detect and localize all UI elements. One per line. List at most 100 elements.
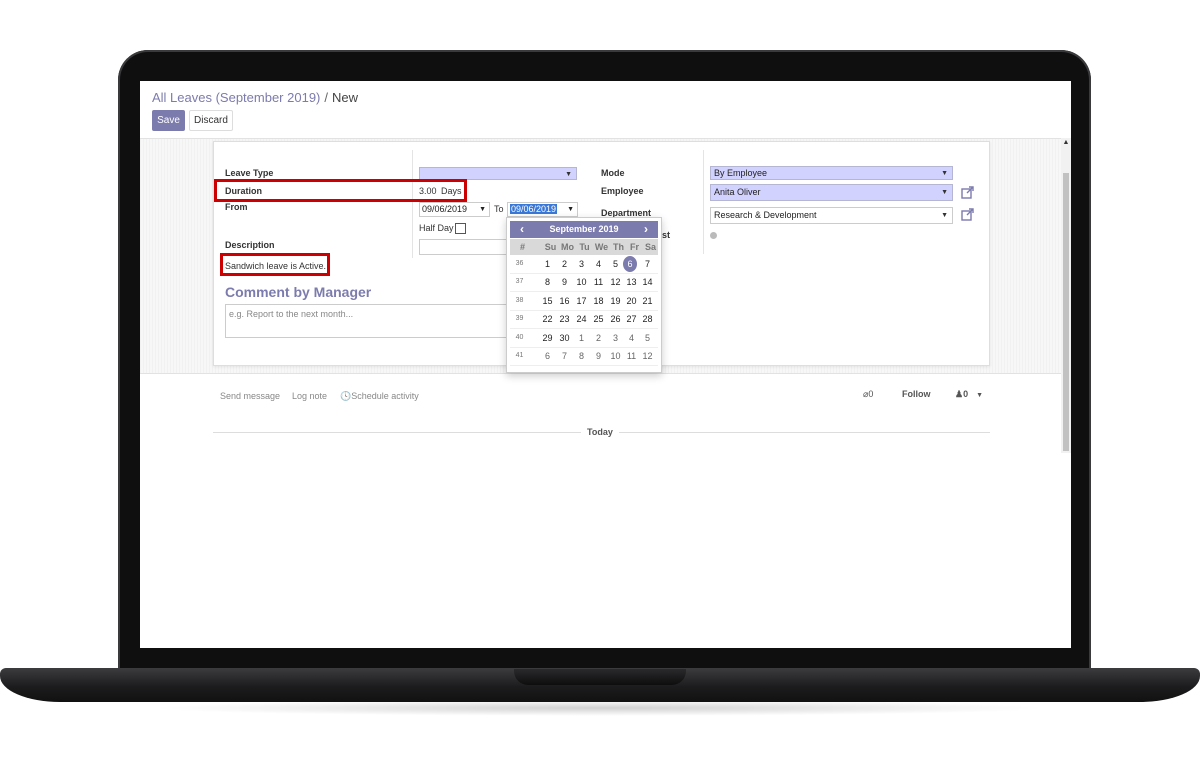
log-note-button[interactable]: Log note [292, 391, 327, 401]
day-cell[interactable]: 9 [590, 348, 607, 364]
today-label: Today [581, 427, 619, 437]
column-divider [703, 150, 704, 254]
day-cell[interactable]: 28 [639, 311, 656, 327]
datepicker-row-divider [510, 365, 658, 366]
day-cell[interactable]: 12 [639, 348, 656, 364]
save-button[interactable]: Save [152, 110, 185, 131]
week-number-header: # [519, 242, 525, 252]
day-cell[interactable]: 14 [639, 274, 656, 290]
external-link-icon[interactable] [961, 186, 974, 199]
user-icon: ♟ [955, 389, 964, 399]
follow-button[interactable]: Follow [902, 389, 931, 399]
day-cell[interactable]: 7 [556, 348, 573, 364]
scrollbar-thumb[interactable] [1063, 173, 1069, 451]
description-input[interactable] [419, 239, 509, 255]
leave-type-label: Leave Type [225, 168, 274, 178]
from-date-input[interactable]: 09/06/2019 ▼ [419, 202, 490, 217]
from-label: From [225, 202, 248, 212]
day-cell[interactable]: 5 [607, 256, 624, 272]
to-date-value: 09/06/2019 [510, 204, 558, 214]
send-message-button[interactable]: Send message [220, 391, 280, 401]
breadcrumb-parent-link[interactable]: All Leaves (September 2019) [152, 90, 320, 105]
day-cell[interactable]: 20 [623, 293, 640, 309]
week-number: 41 [515, 352, 524, 359]
breadcrumb: All Leaves (September 2019) / New [152, 90, 358, 105]
caret-down-icon: ▼ [479, 206, 486, 213]
weekday-header: Tu [579, 242, 590, 252]
week-number: 40 [515, 333, 524, 341]
employee-label: Employee [601, 186, 644, 196]
followers-button[interactable]: ♟0 ▼ [955, 389, 983, 400]
caret-down-icon: ▼ [941, 170, 948, 177]
day-cell[interactable]: 23 [556, 311, 573, 327]
chevron-left-icon[interactable]: ‹ [514, 221, 530, 238]
day-cell[interactable]: 27 [623, 311, 640, 327]
laptop-shadow [150, 700, 1050, 716]
day-cell[interactable]: 25 [590, 311, 607, 327]
day-cell[interactable]: 6 [623, 256, 637, 272]
datepicker-weekday-row: # Su Mo Tu We Th Fr Sa [510, 239, 658, 255]
day-cell[interactable]: 3 [607, 330, 624, 346]
half-day-label: Half Day [419, 223, 454, 233]
day-cell[interactable]: 11 [623, 348, 640, 364]
breadcrumb-separator: / [324, 90, 328, 105]
mode-select[interactable]: By Employee ▼ [710, 166, 953, 180]
scroll-up-arrow-icon[interactable]: ▲ [1062, 139, 1070, 147]
partial-label: st [662, 230, 671, 240]
discard-button[interactable]: Discard [189, 110, 233, 131]
day-cell[interactable]: 29 [539, 330, 556, 346]
day-cell[interactable]: 30 [556, 330, 573, 346]
half-day-checkbox[interactable] [455, 223, 466, 234]
day-cell[interactable]: 10 [573, 274, 590, 290]
day-cell[interactable]: 11 [590, 274, 607, 290]
day-cell[interactable]: 2 [590, 330, 607, 346]
caret-down-icon: ▼ [567, 206, 574, 213]
attachments-count: 0 [868, 389, 874, 399]
day-cell[interactable]: 8 [539, 274, 556, 290]
day-cell[interactable]: 4 [623, 330, 640, 346]
datepicker-month-label[interactable]: September 2019 [549, 224, 618, 234]
caret-down-icon: ▼ [941, 212, 948, 219]
manager-comment-input[interactable]: e.g. Report to the next month... [225, 304, 507, 338]
day-cell[interactable]: 3 [573, 256, 590, 272]
status-dot [710, 232, 717, 239]
chevron-right-icon[interactable]: › [638, 221, 654, 238]
to-date-input[interactable]: 09/06/2019 ▼ [507, 202, 578, 217]
from-date-value: 09/06/2019 [422, 204, 468, 214]
day-cell[interactable]: 21 [639, 293, 656, 309]
day-cell[interactable]: 1 [573, 330, 590, 346]
datepicker-header: ‹ September 2019 › [510, 221, 658, 238]
day-cell[interactable]: 1 [539, 256, 556, 272]
employee-select[interactable]: Anita Oliver ▼ [710, 184, 953, 201]
day-cell[interactable]: 5 [639, 330, 656, 346]
day-cell[interactable]: 18 [590, 293, 607, 309]
day-cell[interactable]: 22 [539, 311, 556, 327]
day-cell[interactable]: 9 [556, 274, 573, 290]
week-number: 36 [515, 260, 524, 267]
caret-down-icon: ▼ [941, 189, 948, 196]
day-cell[interactable]: 6 [539, 348, 556, 364]
day-cell[interactable]: 7 [639, 256, 656, 272]
day-cell[interactable]: 26 [607, 311, 624, 327]
day-cell[interactable]: 10 [607, 348, 624, 364]
weekday-header: Mo [561, 242, 574, 252]
weekday-header: We [594, 242, 609, 252]
day-cell[interactable]: 24 [573, 311, 590, 327]
department-select[interactable]: Research & Development ▼ [710, 207, 953, 224]
day-cell[interactable]: 16 [556, 293, 573, 309]
attachments-button[interactable]: ⌀0 [863, 389, 873, 400]
column-divider [412, 150, 413, 258]
employee-value: Anita Oliver [714, 187, 761, 197]
day-cell[interactable]: 19 [607, 293, 624, 309]
day-cell[interactable]: 15 [539, 293, 556, 309]
day-cell[interactable]: 8 [573, 348, 590, 364]
schedule-activity-button[interactable]: 🕓Schedule activity [340, 391, 419, 402]
day-cell[interactable]: 13 [623, 274, 640, 290]
day-cell[interactable]: 2 [556, 256, 573, 272]
day-cell[interactable]: 4 [590, 256, 607, 272]
day-cell[interactable]: 17 [573, 293, 590, 309]
description-label: Description [225, 240, 275, 250]
day-cell[interactable]: 12 [607, 274, 624, 290]
followers-count: 0 [963, 389, 969, 399]
external-link-icon[interactable] [961, 208, 974, 221]
